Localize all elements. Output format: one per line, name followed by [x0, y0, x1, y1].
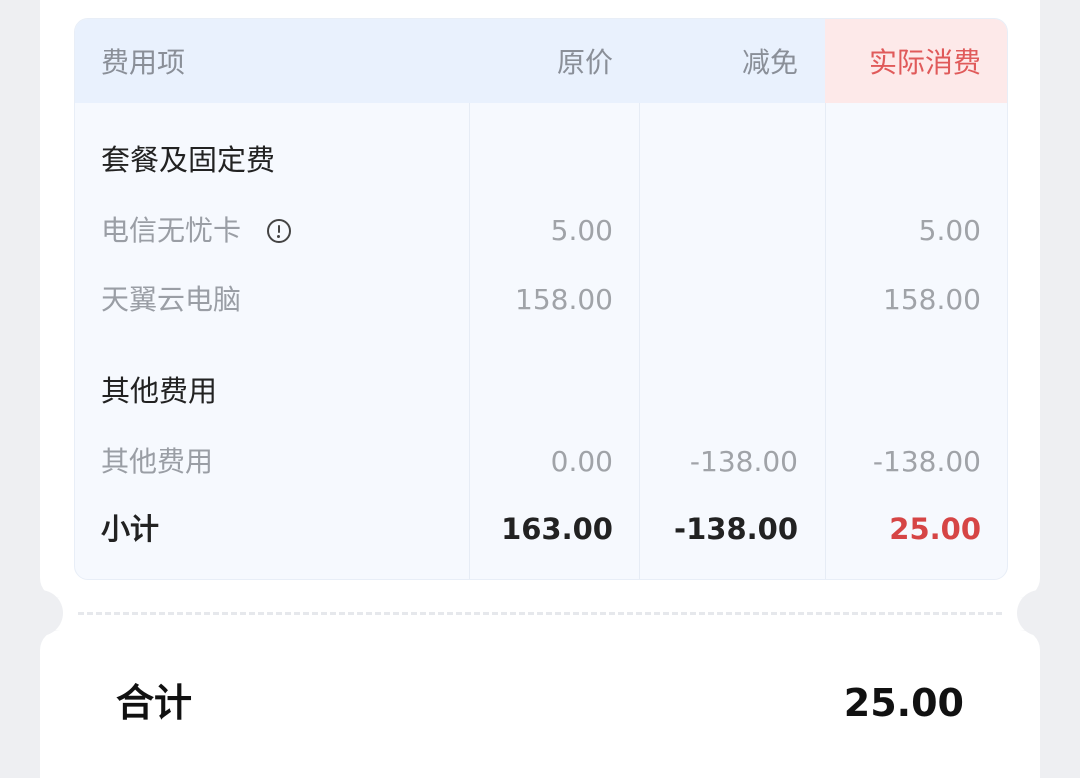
fee-item-discount: -138.00 [689, 445, 798, 478]
subtotal-original: 163.00 [501, 512, 613, 546]
fee-item-original: 5.00 [550, 214, 613, 247]
fee-item-original: 0.00 [550, 445, 613, 478]
header-actual: 实际消费 [868, 46, 981, 79]
fee-table: 费用项 原价 减免 实际消费 套餐及固定费 电信无忧卡 5.00 5.00 天翼… [74, 18, 1008, 580]
column-divider [825, 103, 826, 579]
section-title: 套餐及固定费 [101, 143, 276, 177]
subtotal-label: 小计 [101, 512, 160, 546]
fee-item-name: 天翼云电脑 [101, 283, 242, 316]
fee-item-original: 158.00 [515, 283, 613, 316]
fee-item-actual: 158.00 [883, 283, 981, 316]
right-notch [1017, 590, 1063, 636]
total-value: 25.00 [843, 681, 964, 725]
section-title: 其他费用 [101, 374, 218, 408]
column-divider [639, 103, 640, 579]
fee-item-actual: 5.00 [918, 214, 981, 247]
total-label: 合计 [116, 681, 193, 725]
subtotal-actual: 25.00 [889, 512, 981, 546]
fee-item-actual: -138.00 [872, 445, 981, 478]
column-divider [469, 103, 470, 579]
subtotal-discount: -138.00 [674, 512, 798, 546]
header-item: 费用项 [101, 46, 186, 79]
fee-item-name: 电信无忧卡 [101, 214, 242, 247]
header-original: 原价 [556, 46, 613, 79]
info-icon[interactable] [267, 219, 291, 243]
header-discount: 减免 [741, 46, 798, 79]
left-notch [17, 590, 63, 636]
perforation-line [78, 612, 1002, 615]
fee-item-name: 其他费用 [101, 445, 214, 478]
